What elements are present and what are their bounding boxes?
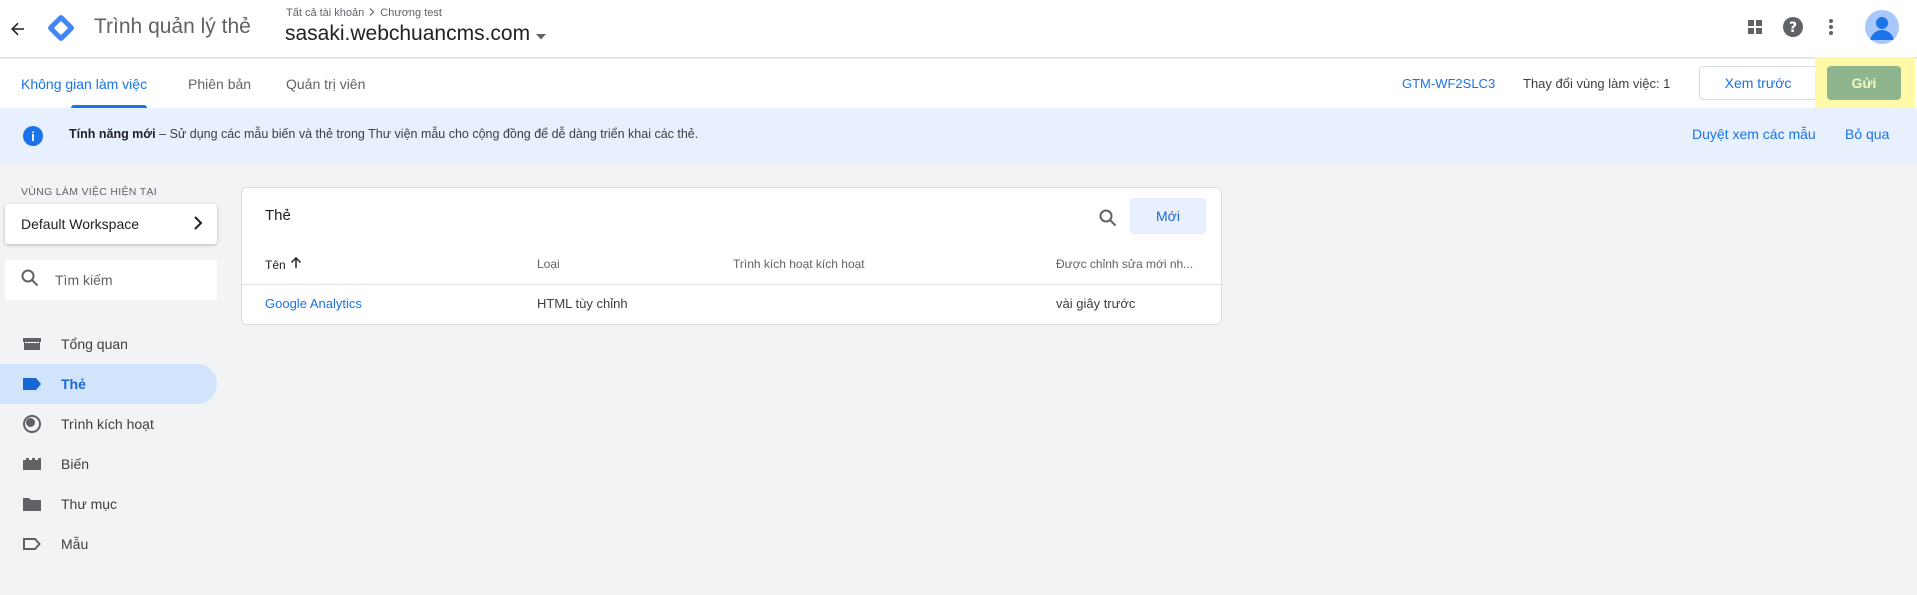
column-header-name[interactable]: Tên	[265, 256, 302, 272]
tag-type: HTML tùy chỉnh	[537, 296, 628, 311]
chevron-right-icon	[368, 7, 376, 19]
search-icon	[21, 269, 39, 292]
workspace-changes-count: Thay đổi vùng làm việc: 1	[1523, 76, 1671, 91]
tag-icon	[22, 374, 42, 394]
search-icon[interactable]	[1094, 204, 1122, 232]
template-icon	[22, 534, 42, 554]
breadcrumb-container[interactable]: Chương test	[380, 7, 442, 19]
tags-card: Thẻ Mới Tên Loại Trình kích hoạt kích ho…	[241, 187, 1222, 325]
browse-templates-link[interactable]: Duyệt xem các mẫu	[1692, 126, 1816, 142]
svg-text:?: ?	[1789, 20, 1797, 36]
apps-grid-icon[interactable]	[1743, 15, 1767, 39]
chevron-right-icon	[193, 216, 203, 233]
column-header-type[interactable]: Loại	[537, 257, 560, 271]
sidebar-item-label: Trình kích hoạt	[61, 416, 154, 432]
account-avatar[interactable]	[1865, 10, 1899, 44]
more-vert-icon[interactable]	[1819, 15, 1843, 39]
variable-icon	[22, 454, 42, 474]
breadcrumb-account[interactable]: Tất cả tài khoản	[286, 7, 364, 19]
container-selector[interactable]: sasaki.webchuancms.com	[285, 22, 547, 46]
sidebar-item-triggers[interactable]: Trình kích hoạt	[0, 404, 217, 444]
workspace-nav-bar: Không gian làm việc Phiên bản Quản trị v…	[0, 57, 1917, 109]
trigger-icon	[22, 414, 42, 434]
sidebar-item-label: Tổng quan	[61, 336, 128, 352]
back-arrow-icon[interactable]	[4, 15, 32, 43]
info-banner: i Tính năng mới – Sử dụng các mẫu biến v…	[0, 108, 1917, 164]
workspace-selector[interactable]: Default Workspace	[5, 204, 217, 244]
breadcrumb: Tất cả tài khoản Chương test	[286, 7, 442, 19]
sidebar-search[interactable]	[5, 260, 217, 300]
tab-workspace-label: Không gian làm việc	[21, 75, 148, 92]
overview-icon	[22, 334, 42, 354]
sidebar-item-label: Thư mục	[61, 496, 118, 512]
new-tag-button[interactable]: Mới	[1130, 198, 1206, 234]
column-header-label: Tên	[265, 257, 286, 272]
tag-name-link[interactable]: Google Analytics	[265, 296, 362, 311]
sort-arrow-up-icon	[290, 256, 302, 272]
folder-icon	[22, 494, 42, 514]
card-title: Thẻ	[265, 207, 291, 224]
tab-versions[interactable]: Phiên bản	[188, 59, 251, 108]
submit-button[interactable]: Gửi	[1827, 66, 1901, 100]
top-bar: Trình quản lý thẻ Tất cả tài khoản Chươn…	[0, 0, 1917, 58]
sidebar-item-label: Biến	[61, 456, 90, 472]
submit-highlight: Gửi	[1815, 57, 1915, 109]
header-divider	[242, 284, 1221, 285]
container-name: sasaki.webchuancms.com	[285, 22, 531, 45]
tab-versions-label: Phiên bản	[188, 75, 252, 92]
sidebar-item-templates[interactable]: Mẫu	[0, 524, 217, 564]
sidebar-item-label: Thẻ	[61, 376, 86, 392]
dismiss-link[interactable]: Bỏ qua	[1845, 126, 1889, 142]
app-title: Trình quản lý thẻ	[94, 15, 251, 38]
preview-button[interactable]: Xem trước	[1699, 66, 1817, 100]
sidebar-item-folders[interactable]: Thư mục	[0, 484, 217, 524]
tab-admin[interactable]: Quản trị viên	[286, 59, 365, 108]
tag-manager-logo-icon	[45, 12, 77, 44]
container-id-link[interactable]: GTM-WF2SLC3	[1402, 76, 1495, 91]
info-icon: i	[23, 126, 43, 146]
column-header-last-edited[interactable]: Được chỉnh sửa mới nh...	[1056, 257, 1193, 271]
sidebar-item-label: Mẫu	[61, 536, 89, 552]
dropdown-arrow-icon	[536, 22, 547, 46]
banner-message: Tính năng mới – Sử dụng các mẫu biến và …	[69, 127, 698, 141]
tab-admin-label: Quản trị viên	[286, 75, 366, 92]
search-input[interactable]	[55, 272, 195, 288]
banner-body-text: – Sử dụng các mẫu biến và thẻ trong Thư …	[155, 127, 699, 141]
help-icon[interactable]: ?	[1781, 15, 1805, 39]
tag-last-edited: vài giây trước	[1056, 296, 1136, 311]
sidebar-item-tags[interactable]: Thẻ	[0, 364, 217, 404]
sidebar-item-overview[interactable]: Tổng quan	[0, 324, 217, 364]
banner-bold-label: Tính năng mới	[69, 127, 156, 141]
column-header-triggers[interactable]: Trình kích hoạt kích hoạt	[733, 257, 865, 271]
workspace-name: Default Workspace	[21, 216, 140, 232]
current-workspace-label: VÙNG LÀM VIỆC HIỆN TẠI	[21, 186, 157, 198]
tab-workspace[interactable]: Không gian làm việc	[21, 59, 148, 108]
sidebar-item-variables[interactable]: Biến	[0, 444, 217, 484]
